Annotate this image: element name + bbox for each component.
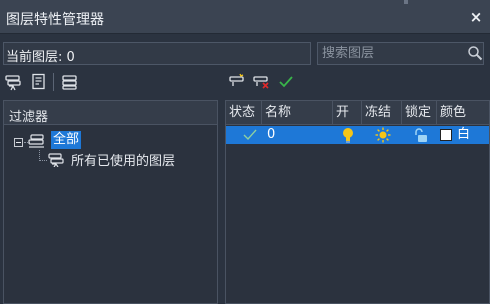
column-header-name[interactable]: 名称 [262, 101, 333, 125]
lightbulb-on-icon[interactable] [342, 127, 354, 143]
column-header-status[interactable]: 状态 [226, 101, 262, 125]
filter-panel-header: 过滤器 [4, 101, 217, 125]
close-button[interactable]: × [469, 10, 483, 25]
layer-states-manager-icon[interactable] [61, 73, 79, 91]
filter-used-layers-icon [48, 153, 64, 167]
toolbar-separator [53, 73, 54, 91]
new-layer-icon[interactable] [228, 73, 246, 91]
filter-tree-panel: 过滤器 全部 所有已使用的图层 [3, 100, 218, 304]
current-layer-label: 当前图层: 0 [6, 50, 75, 65]
title-bar: 图层特性管理器 × [0, 0, 490, 34]
search-input[interactable] [322, 45, 462, 62]
color-swatch[interactable] [440, 129, 452, 141]
delete-layer-icon[interactable] [252, 73, 270, 91]
column-header-lock[interactable]: 锁定 [402, 101, 437, 125]
layer-name-cell[interactable]: 0 [267, 126, 275, 144]
layer-list-panel: 状态 名称 开 冻结 锁定 颜色 0 白 [225, 100, 490, 304]
search-box[interactable] [317, 42, 484, 65]
tree-connector [39, 160, 47, 161]
title-bar-handle [404, 0, 408, 4]
set-current-icon[interactable] [277, 73, 295, 91]
tree-node-used-layers[interactable]: 所有已使用的图层 [71, 150, 175, 169]
column-header-on[interactable]: 开 [333, 101, 362, 125]
current-layer-check-icon [243, 129, 257, 141]
layer-color-cell[interactable]: 白 [457, 126, 470, 144]
table-row[interactable]: 0 白 [226, 126, 489, 144]
layer-table-header: 状态 名称 开 冻结 锁定 颜色 [226, 101, 489, 125]
new-property-filter-icon[interactable] [5, 73, 23, 91]
search-icon[interactable] [467, 45, 483, 61]
window-title: 图层特性管理器 [6, 12, 104, 28]
column-header-color[interactable]: 颜色 [437, 101, 489, 125]
filter-all-icon [28, 134, 44, 148]
current-layer-field: 当前图层: 0 [3, 42, 311, 65]
filter-panel-title: 过滤器 [9, 110, 49, 125]
sun-thawed-icon[interactable] [375, 127, 391, 143]
new-group-filter-icon[interactable] [30, 73, 48, 91]
tree-node-all[interactable]: 全部 [51, 131, 82, 149]
collapse-toggle-icon[interactable] [14, 138, 23, 147]
column-header-freeze[interactable]: 冻结 [362, 101, 402, 125]
unlocked-padlock-icon[interactable] [413, 127, 429, 143]
